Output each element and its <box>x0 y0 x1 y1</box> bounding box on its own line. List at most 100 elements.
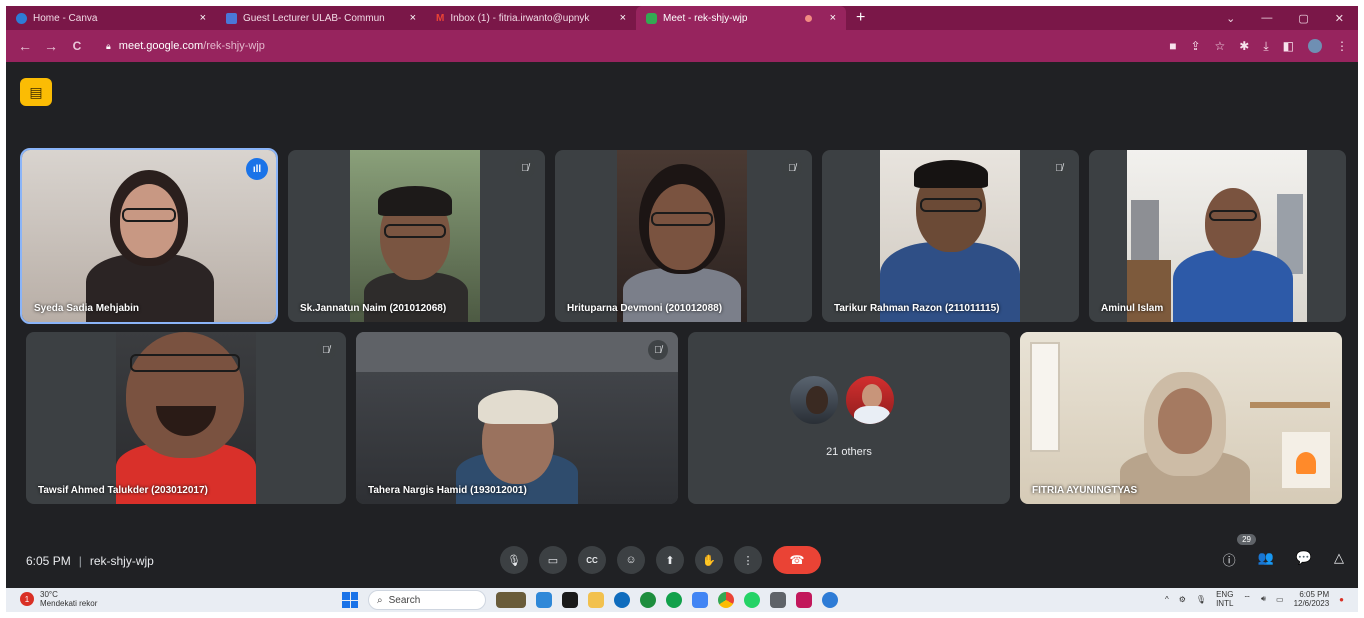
activities-icon[interactable]: ▤ <box>20 78 52 106</box>
participant-name: Aminul Islam <box>1101 303 1164 314</box>
video-feed <box>617 150 747 322</box>
muted-mic-icon: 🎙̸ <box>316 340 336 360</box>
start-button[interactable] <box>342 592 358 608</box>
app-icon[interactable] <box>614 592 630 608</box>
info-button[interactable]: ⓘ <box>1223 550 1236 569</box>
app-window: Home - Canva × Guest Lecturer ULAB- Comm… <box>6 6 1358 612</box>
bookmark-star-icon[interactable]: ☆ <box>1215 39 1226 53</box>
language-indicator[interactable]: ENG INTL <box>1216 590 1233 608</box>
url-path: /rek-shjy-wjp <box>203 40 265 52</box>
volume-icon[interactable]: 🔊︎ <box>1261 594 1266 604</box>
calculator-icon[interactable] <box>770 592 786 608</box>
widgets-icon[interactable] <box>496 592 526 608</box>
extensions-area: ■ ⇪ ☆ ✱ ⤓ ◧ ⋮ <box>1169 30 1348 62</box>
chrome-icon[interactable] <box>718 592 734 608</box>
canva-icon <box>16 12 27 24</box>
call-controls: 🎙 ▭ CC ☺ ⬆ ✋ ⋮ ☎ <box>500 546 821 574</box>
app-icon[interactable] <box>562 592 578 608</box>
close-icon[interactable]: × <box>620 12 626 24</box>
windows-taskbar: 1 30°C Mendekati rekor ⌕ Search ^ ⚙ 🎙 EN… <box>6 588 1358 612</box>
participant-name: Sk.Jannatun Naim (201012068) <box>300 303 447 314</box>
weather-widget[interactable]: 1 30°C Mendekati rekor <box>20 590 97 608</box>
microphone-button[interactable]: 🎙 <box>500 546 528 574</box>
notification-bell-icon[interactable]: ● <box>1339 595 1344 604</box>
address-bar: ← → C 🔒︎ meet.google.com/rek-shjy-wjp ■ … <box>6 30 1358 62</box>
edge-icon[interactable] <box>640 592 656 608</box>
back-button[interactable]: ← <box>12 38 38 54</box>
profile-avatar[interactable] <box>1308 39 1322 53</box>
whatsapp-icon[interactable] <box>744 592 760 608</box>
participant-tile[interactable]: 🎙̸ Tahera Nargis Hamid (193012001) <box>356 332 678 504</box>
tab-inbox[interactable]: M Inbox (1) - fitria.irwanto@upnyk × <box>426 6 636 30</box>
muted-mic-icon: 🎙̸ <box>782 158 802 178</box>
search-box[interactable]: ⌕ Search <box>368 590 486 610</box>
tab-search-button[interactable]: ⌄ <box>1226 12 1235 25</box>
captions-button[interactable]: CC <box>578 546 606 574</box>
url-field[interactable]: 🔒︎ meet.google.com/rek-shjy-wjp <box>96 35 1156 57</box>
tray-app-icon[interactable]: ⚙ <box>1179 595 1186 604</box>
more-options-button[interactable]: ⋮ <box>734 546 762 574</box>
forward-button[interactable]: → <box>38 38 64 54</box>
glasses <box>651 212 713 226</box>
tab-meet[interactable]: Meet - rek-shjy-wjp × <box>636 6 846 30</box>
close-icon[interactable]: × <box>200 12 206 24</box>
end-call-button[interactable]: ☎ <box>773 546 821 574</box>
activities-button[interactable]: △ <box>1334 550 1344 569</box>
chat-button[interactable]: 💬 <box>1296 550 1312 569</box>
camera-indicator-icon[interactable]: ■ <box>1169 39 1176 53</box>
participant-name: FITRIA AYUNINGTYAS <box>1032 485 1138 496</box>
weather-text: Mendekati rekor <box>40 599 98 608</box>
tray-clock[interactable]: 6:05 PM 12/6/2023 <box>1294 590 1330 608</box>
sidepanel-icon[interactable]: ◧ <box>1283 39 1294 53</box>
participant-tile[interactable]: 🎙̸ Hrituparna Devmoni (201012088) <box>555 150 812 322</box>
muted-mic-icon: 🎙̸ <box>648 340 668 360</box>
camera-button[interactable]: ▭ <box>539 546 567 574</box>
reactions-button[interactable]: ☺ <box>617 546 645 574</box>
tab-canva[interactable]: Home - Canva × <box>6 6 216 30</box>
battery-icon[interactable]: ▭ <box>1276 595 1284 604</box>
app-icon[interactable] <box>692 592 708 608</box>
glasses <box>122 208 176 222</box>
people-button[interactable]: 👥 <box>1258 550 1274 569</box>
current-time: 6:05 PM <box>26 554 71 568</box>
app-icon[interactable] <box>536 592 552 608</box>
video-feed <box>880 150 1020 322</box>
mic-tray-icon[interactable]: 🎙 <box>1196 595 1206 604</box>
present-button[interactable]: ⬆ <box>656 546 684 574</box>
raise-hand-button[interactable]: ✋ <box>695 546 723 574</box>
participant-tile[interactable]: FITRIA AYUNINGTYAS <box>1020 332 1342 504</box>
app-icon[interactable] <box>822 592 838 608</box>
participant-tile[interactable]: 🎙̸ Tawsif Ahmed Talukder (203012017) <box>26 332 346 504</box>
weather-alert-icon: 1 <box>20 592 34 606</box>
participant-tile[interactable]: 🎙̸ Tarikur Rahman Razon (211011115) <box>822 150 1079 322</box>
participant-name: Syeda Sadia Mehjabin <box>34 303 140 314</box>
file-explorer-icon[interactable] <box>588 592 604 608</box>
share-icon[interactable]: ⇪ <box>1190 39 1200 53</box>
others-tile[interactable]: 21 others <box>688 332 1010 504</box>
close-window-button[interactable]: ✕ <box>1335 12 1344 25</box>
avatar <box>788 374 840 426</box>
lock-icon: 🔒︎ <box>106 40 111 51</box>
tab-guest-lecturer[interactable]: Guest Lecturer ULAB- Commun × <box>216 6 426 30</box>
maximize-button[interactable]: ▢ <box>1298 12 1308 25</box>
download-icon[interactable]: ⤓ <box>1263 39 1268 54</box>
participant-tile[interactable]: Aminul Islam <box>1089 150 1346 322</box>
participant-tile[interactable]: ıll Syeda Sadia Mehjabin <box>20 148 278 324</box>
video-feed <box>350 150 480 322</box>
video-feed <box>356 332 678 504</box>
new-tab-button[interactable]: + <box>846 9 875 27</box>
chevron-up-icon[interactable]: ^ <box>1165 595 1169 604</box>
close-icon[interactable]: × <box>410 12 416 24</box>
glasses <box>130 354 240 372</box>
wifi-icon[interactable]: ⌔ <box>1243 594 1251 604</box>
app-icon[interactable] <box>666 592 682 608</box>
extensions-icon[interactable]: ✱ <box>1239 39 1249 53</box>
chat-icon <box>226 12 237 24</box>
menu-icon[interactable]: ⋮ <box>1336 39 1348 53</box>
minimize-button[interactable]: — <box>1261 12 1272 24</box>
close-icon[interactable]: × <box>830 12 836 24</box>
taskbar-apps: ⌕ Search <box>342 590 838 610</box>
participant-tile[interactable]: 🎙̸ Sk.Jannatun Naim (201012068) <box>288 150 545 322</box>
app-icon[interactable] <box>796 592 812 608</box>
reload-button[interactable]: C <box>64 39 90 53</box>
